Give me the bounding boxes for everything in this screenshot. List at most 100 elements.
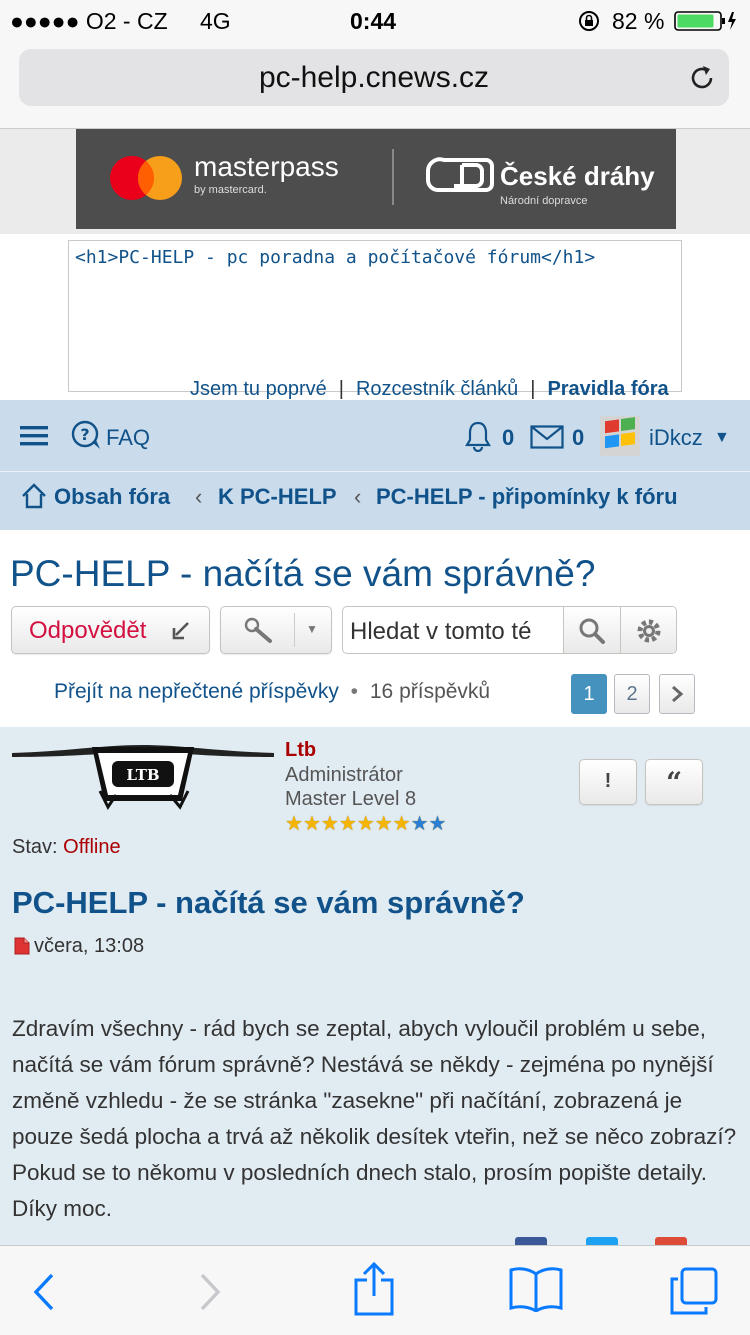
- svg-text:?: ?: [80, 425, 89, 444]
- browser-address-area: pc-help.cnews.cz: [0, 40, 750, 129]
- blue-star-icon: ★: [428, 813, 447, 835]
- carrier: ●●●●● O2 - CZ: [10, 8, 168, 34]
- home-icon[interactable]: [20, 482, 48, 515]
- post-document-icon[interactable]: [14, 937, 30, 960]
- blue-star-icon: ★: [410, 813, 429, 835]
- gear-icon: [637, 619, 661, 643]
- user-dropdown-caret-icon[interactable]: ▼: [714, 429, 730, 447]
- pagination-row: Přejít na nepřečtené příspěvky • 16 přís…: [54, 680, 490, 704]
- link-separator: |: [530, 378, 536, 400]
- status-value: Offline: [63, 836, 121, 858]
- gold-star-icon: ★: [285, 813, 303, 835]
- post: LTB Ltb Administrátor Master Level 8 ★★★…: [0, 727, 750, 1247]
- site-h1-text: <h1>PC-HELP - pc poradna a počítačové fó…: [75, 247, 596, 268]
- post-date: včera, 13:08: [34, 935, 145, 957]
- ad-brand-left: masterpass: [194, 151, 339, 182]
- battery-percent: 82 %: [612, 8, 665, 34]
- breadcrumb-forum[interactable]: PC-HELP - připomínky k fóru: [376, 484, 678, 510]
- breadcrumb-separator-icon: ‹: [195, 484, 203, 509]
- gold-star-icon: ★: [338, 813, 357, 835]
- cd-logo-icon: [426, 157, 494, 192]
- back-icon[interactable]: [30, 1272, 58, 1312]
- report-button[interactable]: !: [579, 759, 637, 805]
- topic-title[interactable]: PC-HELP - načítá se vám správně?: [10, 553, 595, 595]
- network-type: 4G: [200, 8, 231, 34]
- author-level: Master Level 8: [285, 788, 417, 810]
- search-input-text: Hledat v tomto té: [350, 618, 532, 645]
- site-header-box: <h1>PC-HELP - pc poradna a počítačové fó…: [68, 240, 682, 392]
- gold-star-icon: ★: [356, 813, 375, 835]
- gold-star-icon: ★: [374, 813, 393, 835]
- ad-brand-right: České dráhy: [500, 161, 655, 191]
- share-icon[interactable]: [352, 1262, 396, 1316]
- faq-link[interactable]: FAQ: [106, 425, 150, 451]
- notifications-count[interactable]: 0: [502, 425, 514, 451]
- bullet: •: [350, 680, 359, 703]
- chevron-right-icon: [672, 685, 684, 703]
- ad-banner[interactable]: masterpass by mastercard. České dráhy Ná…: [76, 129, 676, 229]
- battery-icon: [674, 10, 738, 37]
- user-avatar[interactable]: [600, 416, 640, 461]
- link-articles[interactable]: Rozcestník článků: [356, 378, 518, 400]
- breadcrumb-separator-icon: ‹: [354, 484, 362, 509]
- faq-icon[interactable]: ?: [70, 420, 104, 455]
- rotation-lock-icon: [578, 10, 600, 37]
- breadcrumb-category[interactable]: K PC-HELP: [218, 484, 337, 510]
- messages-count[interactable]: 0: [572, 425, 584, 451]
- search-icon: [579, 618, 605, 644]
- user-avatar-logo[interactable]: LTB: [12, 735, 274, 815]
- topic-tools-button[interactable]: ▼: [220, 606, 332, 654]
- post-author[interactable]: Ltb: [285, 739, 316, 762]
- ad-divider: [392, 149, 394, 205]
- tools-divider: [294, 613, 295, 647]
- next-page-button[interactable]: [659, 674, 695, 714]
- chevron-down-icon: ▼: [306, 622, 318, 636]
- unread-posts-link[interactable]: Přejít na nepřečtené příspěvky: [54, 680, 339, 703]
- mastercard-logo-icon: [110, 156, 182, 200]
- clock: 0:44: [350, 8, 397, 34]
- reload-icon[interactable]: [687, 63, 717, 98]
- page-2[interactable]: 2: [614, 674, 650, 714]
- quote-icon: “: [665, 766, 683, 799]
- ad-brand-right-sub: Národní dopravce: [500, 195, 588, 207]
- browser-toolbar: [0, 1245, 750, 1335]
- quote-button[interactable]: “: [645, 759, 703, 805]
- status-bar: ●●●●● O2 - CZ 4G 0:44 82 %: [0, 0, 750, 40]
- gold-star-icon: ★: [320, 813, 339, 835]
- url-text[interactable]: pc-help.cnews.cz: [19, 61, 729, 95]
- advanced-search-button[interactable]: [620, 607, 676, 653]
- wrench-icon: [243, 617, 277, 650]
- gold-star-icon: ★: [302, 813, 321, 835]
- svg-text:LTB: LTB: [126, 766, 159, 784]
- navbar: ? FAQ 0 0 iDkcz ▼ Obsah fóra ‹ K PC-HELP…: [0, 400, 750, 530]
- breadcrumb-home[interactable]: Obsah fóra: [54, 484, 170, 510]
- post-count: 16 příspěvků: [369, 680, 491, 703]
- link-separator: |: [338, 378, 344, 400]
- post-body: Zdravím všechny - rád bych se zeptal, ab…: [12, 1016, 737, 1221]
- link-rules[interactable]: Pravidla fóra: [547, 378, 668, 400]
- report-icon: !: [604, 770, 612, 792]
- post-title[interactable]: PC-HELP - načítá se vám správně?: [12, 885, 525, 921]
- hamburger-menu-icon[interactable]: [20, 425, 50, 452]
- reply-label: Odpovědět: [29, 617, 147, 644]
- navbar-divider: [0, 471, 750, 472]
- ad-band: masterpass by mastercard. České dráhy Ná…: [0, 129, 750, 234]
- gold-star-icon: ★: [392, 813, 411, 835]
- notifications-bell-icon[interactable]: [464, 420, 492, 457]
- author-role: Administrátor: [285, 764, 403, 786]
- page-1-current[interactable]: 1: [571, 674, 607, 714]
- reply-arrow-icon: [170, 620, 192, 647]
- search-button[interactable]: [563, 607, 620, 653]
- bookmarks-icon[interactable]: [508, 1266, 564, 1312]
- rank-stars: ★★★★★★★★★: [285, 811, 446, 835]
- username[interactable]: iDkcz: [649, 425, 703, 451]
- reply-button[interactable]: Odpovědět: [11, 606, 210, 654]
- topic-search-input[interactable]: Hledat v tomto té: [343, 607, 561, 653]
- tabs-icon[interactable]: [668, 1266, 720, 1316]
- link-first-time[interactable]: Jsem tu poprvé: [190, 378, 327, 400]
- address-bar[interactable]: pc-help.cnews.cz: [19, 49, 729, 106]
- header-links: Jsem tu poprvé | Rozcestník článků | Pravidl…: [190, 378, 669, 401]
- forward-icon[interactable]: [196, 1272, 224, 1312]
- ad-brand-left-sub: by mastercard.: [194, 184, 267, 196]
- messages-envelope-icon[interactable]: [530, 425, 564, 454]
